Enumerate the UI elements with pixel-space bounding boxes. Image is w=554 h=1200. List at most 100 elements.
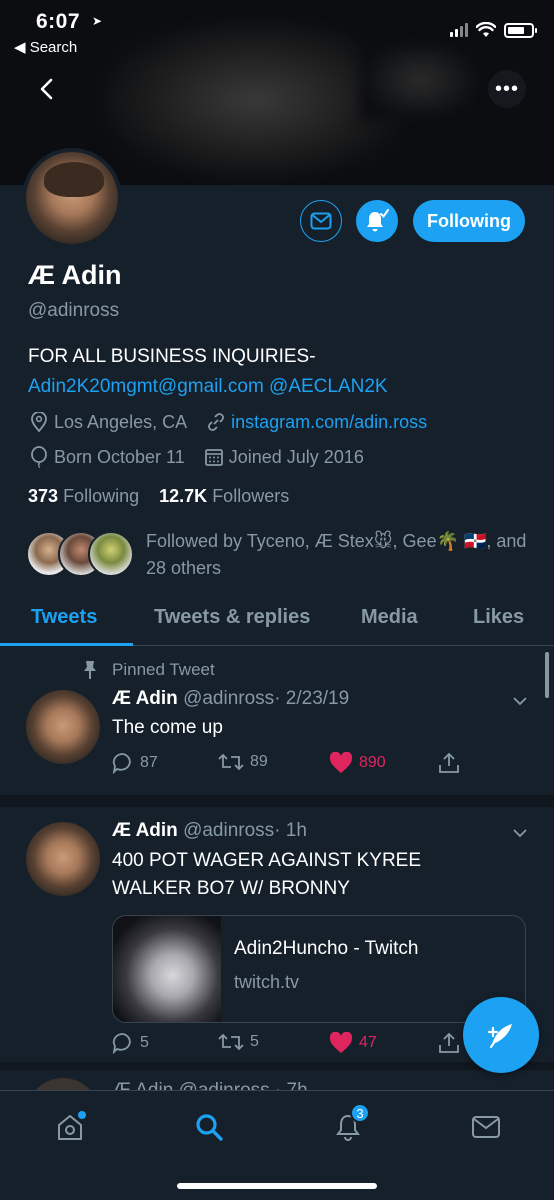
following-count-link[interactable]: 373 Following [28, 486, 139, 506]
location-arrow-icon: ➤ [92, 14, 103, 28]
compose-tweet-button[interactable] [463, 997, 539, 1073]
profile-website-link[interactable]: instagram.com/adin.ross [231, 412, 427, 433]
more-icon: ••• [494, 77, 519, 100]
profile-avatar[interactable] [22, 148, 122, 248]
reply-button[interactable]: 5 [112, 1032, 149, 1054]
share-button[interactable] [438, 752, 460, 774]
tweet-author-handle[interactable]: @adinross [183, 688, 274, 709]
tweet-author-name[interactable]: Æ Adin [112, 688, 178, 709]
location-pin-icon [28, 411, 50, 433]
link-icon [205, 411, 227, 433]
status-time: 6:07 [36, 10, 81, 33]
link-preview-card[interactable]: Adin2Huncho - Twitch twitch.tv [112, 915, 526, 1023]
scrollbar[interactable] [545, 652, 549, 698]
avatar [88, 531, 134, 577]
message-button[interactable] [300, 200, 342, 242]
envelope-icon [472, 1116, 500, 1138]
following-button[interactable]: Following [413, 200, 525, 242]
nav-messages[interactable] [464, 1105, 508, 1149]
tab-media[interactable]: Media [361, 606, 418, 629]
tweet-divider [0, 795, 554, 807]
retweet-button[interactable]: 89 [218, 752, 268, 772]
envelope-icon [310, 212, 332, 230]
compose-feather-icon [487, 1024, 512, 1048]
chevron-left-icon [40, 78, 53, 100]
cell-signal-icon [450, 23, 468, 37]
tweet-text: The come up [112, 717, 223, 738]
search-icon [196, 1114, 223, 1141]
followed-by-text[interactable]: Followed by Tyceno, Æ Stex🐭, Gee🌴 🇩🇴, an… [146, 528, 536, 582]
tweet-timestamp: · 1h [274, 820, 307, 841]
tweet-menu-button[interactable] [512, 825, 528, 841]
home-indicator[interactable] [177, 1183, 377, 1189]
profile-birthday: Born October 11 [54, 446, 185, 467]
tweet-header: Æ Adin @adinross· 1h [112, 820, 307, 842]
battery-icon [504, 22, 537, 38]
heart-icon [329, 752, 353, 773]
back-button[interactable] [28, 70, 66, 108]
pinned-tweet-label: Pinned Tweet [82, 660, 215, 680]
tweet-actions: 87 89 890 [112, 752, 472, 780]
notifications-badge: 3 [350, 1103, 370, 1123]
chevron-down-icon [513, 829, 527, 838]
tweet-header: Æ Adin @adinross· 2/23/19 [112, 688, 349, 710]
new-content-dot [78, 1111, 86, 1119]
partial-tweet[interactable]: Æ Adin @adinross · 7h [0, 1070, 554, 1090]
profile-meta-row-2: Born October 11 Joined July 2016 [28, 446, 364, 468]
more-options-button[interactable]: ••• [488, 70, 526, 108]
tab-tweets-and-replies[interactable]: Tweets & replies [154, 606, 310, 629]
share-icon [439, 752, 459, 773]
share-icon [439, 1032, 459, 1053]
tweet-menu-button[interactable] [512, 693, 528, 709]
profile-joined-date: Joined July 2016 [228, 446, 364, 467]
retweet-button[interactable]: 5 [218, 1032, 259, 1052]
notifications-toggle-button[interactable] [356, 200, 398, 242]
reply-icon [112, 1033, 131, 1054]
followers-count-link[interactable]: 12.7K Followers [159, 486, 289, 506]
reply-icon [112, 753, 131, 774]
tweet-timestamp: · 2/23/19 [274, 688, 350, 709]
profile-name: Æ Adin [28, 260, 122, 290]
tweet-actions: 5 5 47 [112, 1032, 472, 1060]
tweet-author-name[interactable]: Æ Adin [112, 820, 178, 841]
card-thumbnail [113, 916, 221, 1022]
status-indicators [450, 22, 537, 38]
nav-home[interactable] [48, 1105, 92, 1149]
card-title: Adin2Huncho - Twitch [234, 938, 419, 959]
like-button[interactable]: 47 [329, 1032, 377, 1054]
tweet-divider [0, 1062, 554, 1070]
profile-handle: @adinross [28, 300, 120, 321]
calendar-icon [203, 446, 225, 468]
bio-links[interactable]: Adin2K20mgmt@gmail.com @AECLAN2K [28, 376, 388, 398]
share-button[interactable] [438, 1032, 460, 1054]
pin-icon [84, 661, 96, 679]
reply-button[interactable]: 87 [112, 752, 158, 774]
tweet-avatar[interactable] [26, 690, 100, 764]
wifi-icon [476, 22, 496, 37]
nav-search[interactable] [187, 1105, 231, 1149]
nav-notifications[interactable]: 3 [326, 1103, 370, 1149]
back-to-app-link[interactable]: ◀ Search [14, 38, 77, 56]
follow-counts: 373 Following 12.7K Followers [28, 486, 289, 507]
retweet-icon [218, 753, 244, 771]
bell-check-icon [367, 209, 389, 232]
heart-icon [329, 1032, 353, 1053]
active-tab-indicator [0, 643, 133, 646]
tweet-avatar [26, 1078, 100, 1090]
profile-meta-row-1: Los Angeles, CA instagram.com/adin.ross [28, 411, 427, 433]
tweet-avatar[interactable] [26, 822, 100, 896]
profile-tabs: Tweets Tweets & replies Media Likes [0, 598, 554, 646]
profile-bio: FOR ALL BUSINESS INQUIRIES- [28, 346, 316, 367]
mutual-followers-avatars[interactable] [26, 531, 136, 579]
tweet-text: 400 POT WAGER AGAINST KYREE WALKER BO7 W… [112, 850, 422, 899]
tweet-header: Æ Adin @adinross · 7h [112, 1080, 308, 1090]
retweet-icon [218, 1033, 244, 1051]
profile-location: Los Angeles, CA [54, 411, 188, 432]
balloon-icon [28, 446, 50, 468]
chevron-down-icon [513, 697, 527, 706]
tab-likes[interactable]: Likes [473, 606, 524, 629]
like-button[interactable]: 890 [329, 752, 386, 774]
card-domain: twitch.tv [234, 972, 300, 992]
tab-tweets[interactable]: Tweets [31, 606, 97, 629]
tweet-author-handle[interactable]: @adinross [183, 820, 274, 841]
